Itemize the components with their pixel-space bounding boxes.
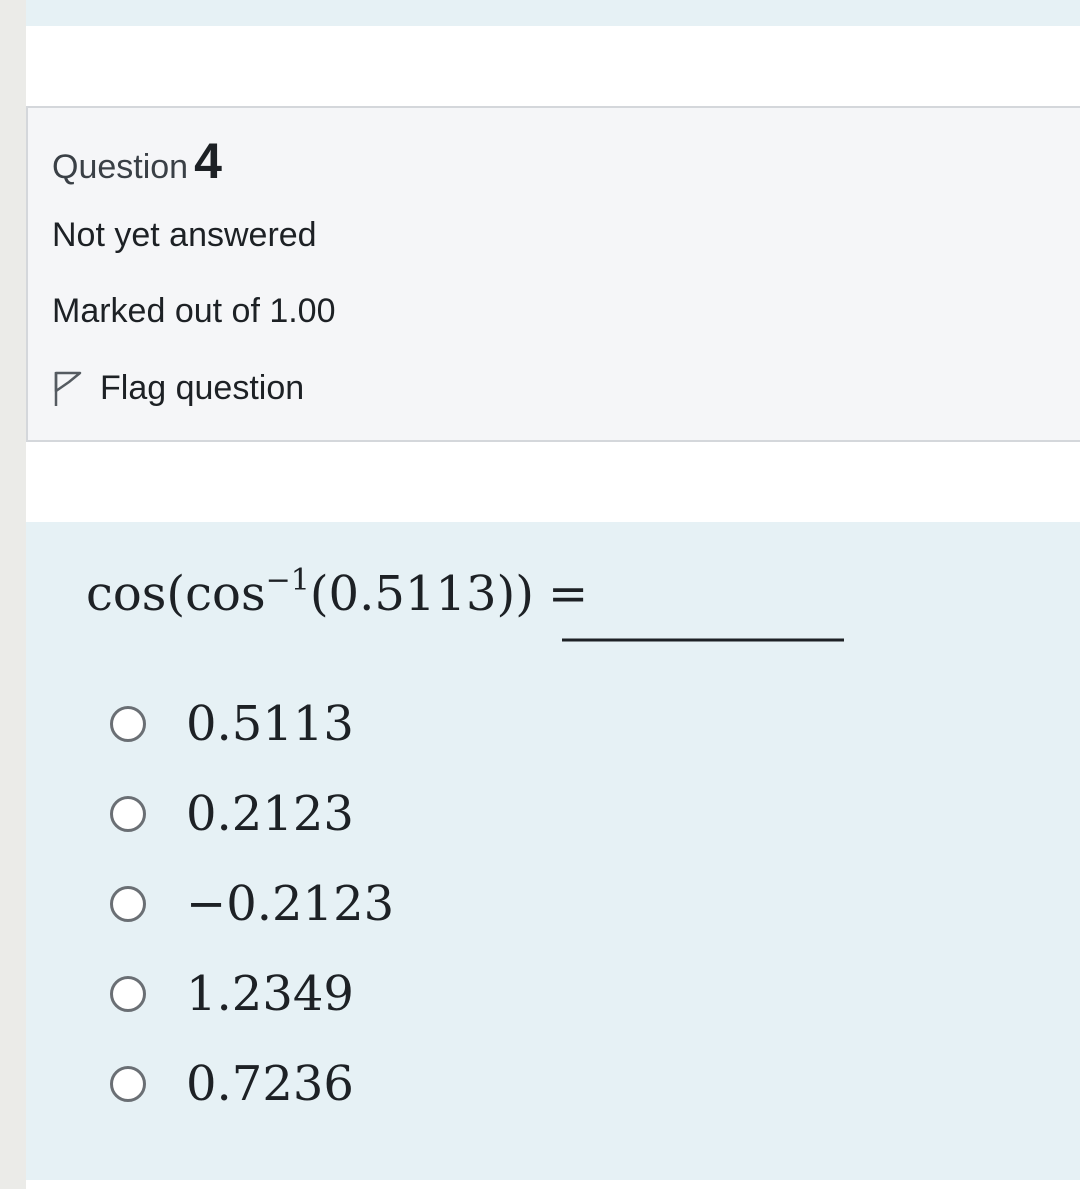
answer-label[interactable]: 0.5113 xyxy=(186,696,354,752)
svg-text:cos(cos−1(0.5113))=: cos(cos−1(0.5113)) = xyxy=(86,563,588,622)
answer-option[interactable]: −0.2123 xyxy=(110,876,394,932)
flag-outline-icon xyxy=(54,371,82,406)
question-grade: Marked out of 1.00 xyxy=(52,292,336,330)
radio-button[interactable] xyxy=(110,1066,146,1102)
radio-button[interactable] xyxy=(110,706,146,742)
question-info-panel: Question 4 Not yet answered Marked out of… xyxy=(26,106,1080,442)
formula-argument: (0.5113) xyxy=(310,566,515,622)
radio-button[interactable] xyxy=(110,976,146,1012)
answer-option[interactable]: 0.7236 xyxy=(110,1056,354,1112)
question-number: 4 xyxy=(194,133,222,189)
formula-cos-outer: cos xyxy=(86,566,166,622)
answer-label[interactable]: −0.2123 xyxy=(186,876,394,932)
formula-paren-close: ) xyxy=(515,566,534,622)
question-content: cos(cos−1(0.5113)) = 0.5113 0.2123 −0.212… xyxy=(26,522,1080,1180)
radio-button[interactable] xyxy=(110,886,146,922)
question-heading-label: Question xyxy=(52,148,189,186)
answer-label[interactable]: 0.2123 xyxy=(186,786,354,842)
formula-equals: = xyxy=(548,566,588,622)
question-text: cos(cos−1(0.5113)) = xyxy=(86,552,866,642)
top-band xyxy=(26,0,1080,26)
answer-label[interactable]: 0.7236 xyxy=(186,1056,354,1112)
answer-option[interactable]: 0.5113 xyxy=(110,696,354,752)
question-state: Not yet answered xyxy=(52,216,317,254)
bottom-strip xyxy=(26,1180,1080,1189)
answer-option[interactable]: 0.2123 xyxy=(110,786,354,842)
question-heading: Question 4 xyxy=(52,132,222,190)
formula-cos-inner: cos xyxy=(185,566,265,622)
left-gutter xyxy=(0,0,26,1189)
flag-question-button[interactable]: Flag question xyxy=(52,368,304,408)
question-formula: cos(cos−1(0.5113)) = xyxy=(86,563,844,642)
formula-superscript: −1 xyxy=(266,563,310,598)
answer-option[interactable]: 1.2349 xyxy=(110,966,354,1022)
flag-question-label: Flag question xyxy=(100,368,305,407)
radio-button[interactable] xyxy=(110,796,146,832)
answer-label[interactable]: 1.2349 xyxy=(186,966,354,1022)
formula-paren-open: ( xyxy=(166,566,185,622)
